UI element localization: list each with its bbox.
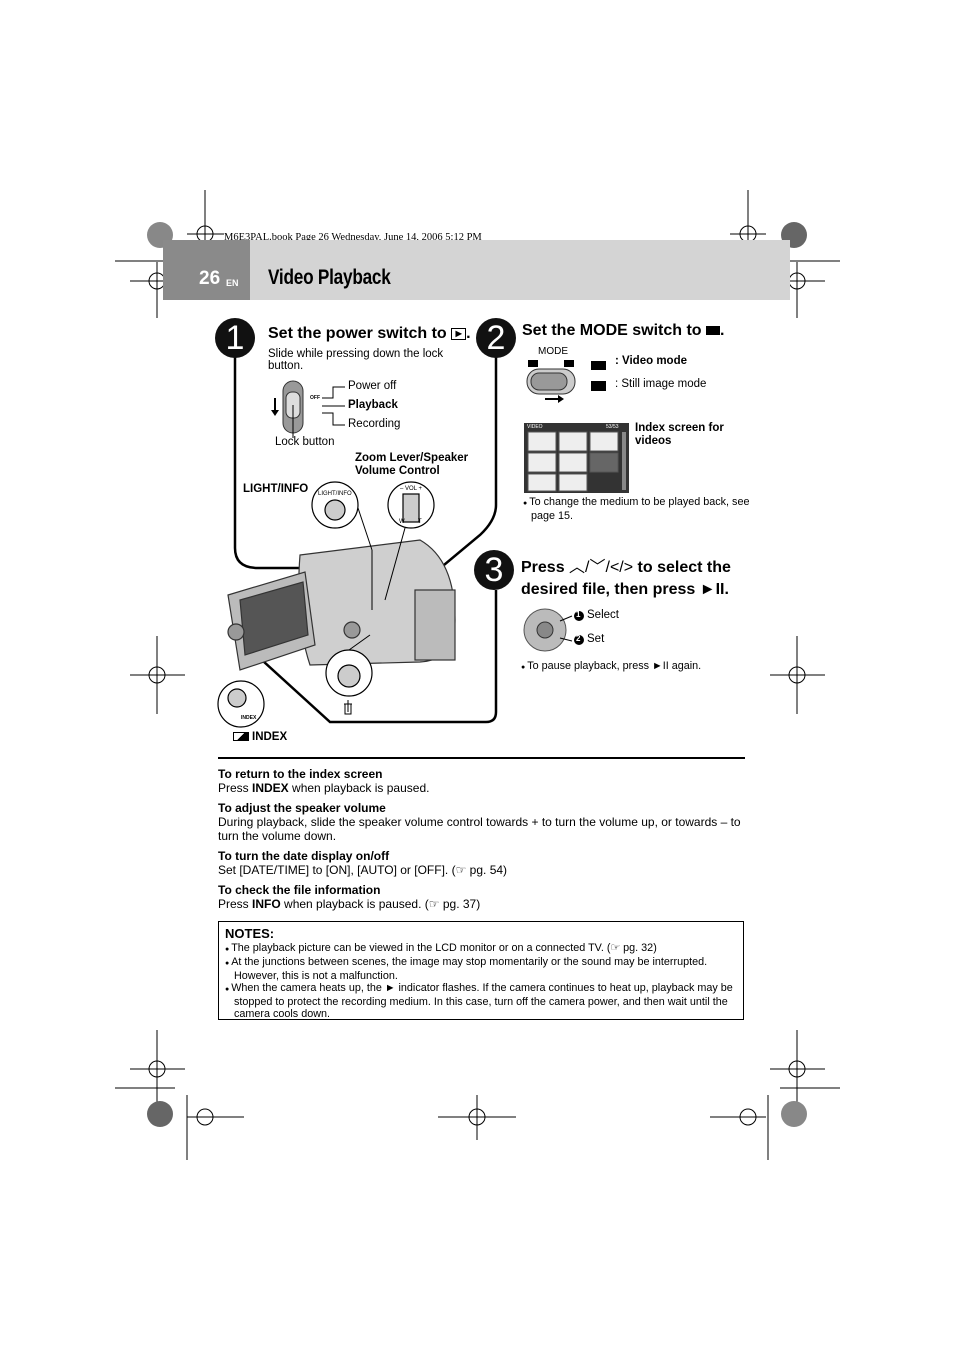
- step-1-badge: 1: [215, 318, 255, 358]
- tele-mark: T: [418, 519, 422, 525]
- step-1-heading-text: Set the power switch to: [268, 325, 447, 342]
- step-3-badge: 3: [474, 550, 514, 590]
- step-3-line2: desired file, then press ►II.: [521, 581, 729, 598]
- index-icon: [233, 732, 249, 742]
- select-num: 1: [576, 610, 581, 619]
- step-2-note-text: To change the medium to be played back, …: [529, 496, 750, 522]
- zoom-lever-label: Zoom Lever/Speaker Volume Control: [355, 452, 469, 477]
- arrow-keys-icon: ︿/﹀/</>: [569, 559, 634, 576]
- wide-mark: W: [399, 519, 405, 525]
- step-1-desc: Slide while pressing down the lock butto…: [268, 348, 444, 372]
- step-2-note: ● To change the medium to be played back…: [523, 496, 750, 522]
- playback-label: Playback: [348, 399, 398, 411]
- index-screen-label: Index screen for videos: [635, 422, 724, 447]
- tip-body: During playback, slide the speaker volum…: [218, 815, 748, 843]
- vol-mark: – VOL +: [400, 486, 422, 492]
- index-label-text: INDEX: [252, 731, 288, 743]
- tip-text: During playback, slide the speaker volum…: [218, 815, 741, 843]
- tip-text: when playback is paused. (☞ pg. 37): [280, 897, 481, 911]
- tip-body: Set [DATE/TIME] to [ON], [AUTO] or [OFF]…: [218, 863, 748, 877]
- tips-section: To return to the index screen Press INDE…: [218, 767, 748, 917]
- index-screen-header-left: VIDEO: [527, 424, 543, 430]
- tip-text: Set [DATE/TIME] to [ON], [AUTO] or [OFF]…: [218, 863, 508, 877]
- set-num: 2: [576, 634, 581, 643]
- tip-title: To check the file information: [218, 883, 381, 897]
- step-3-heading: Press ︿/﹀/</> to select the desired file…: [521, 557, 751, 601]
- step-3-note: ● To pause playback, press ►II again.: [521, 660, 702, 672]
- tip-title: To return to the index screen: [218, 767, 383, 781]
- still-mode-label: : Still image mode: [615, 378, 707, 390]
- tip-text: when playback is paused.: [288, 781, 430, 795]
- step-2-badge: 2: [476, 318, 516, 358]
- light-info-label: LIGHT/INFO: [243, 483, 309, 495]
- light-info-button-text: LIGHT/INFO: [318, 491, 352, 497]
- note-item: When the camera heats up, the ► indicato…: [225, 982, 737, 1020]
- camera-illustration: [217, 355, 629, 728]
- step-2-heading: Set the MODE switch to .: [522, 322, 725, 339]
- step-3-rest: to select the: [637, 559, 731, 576]
- video-mode-label: : Video mode: [615, 355, 687, 367]
- step-3-note-text: To pause playback, press ►II again.: [527, 660, 702, 672]
- power-off-label: Power off: [348, 380, 397, 392]
- set-label: Set: [587, 633, 605, 645]
- video-camera-icon: [706, 326, 721, 336]
- tip-body: Press INDEX when playback is paused.: [218, 781, 748, 795]
- divider: [218, 757, 745, 759]
- tip-bold: INDEX: [252, 781, 289, 795]
- select-label: Select: [587, 609, 619, 621]
- index-label: INDEX: [221, 731, 287, 743]
- recording-label: Recording: [348, 418, 401, 430]
- note-item: At the junctions between scenes, the ima…: [225, 956, 737, 982]
- notes-box: NOTES: The playback picture can be viewe…: [218, 921, 744, 1020]
- tip-bold: INFO: [252, 897, 281, 911]
- playback-icon: ▶: [451, 327, 467, 340]
- notes-title: NOTES:: [225, 926, 275, 941]
- switch-mark-off: OFF: [310, 395, 320, 401]
- mode-label: MODE: [538, 346, 568, 357]
- tip-body: Press INFO when playback is paused. (☞ p…: [218, 897, 748, 911]
- index-screen-header-right: 53/53: [606, 424, 619, 430]
- tip-text: Press: [218, 897, 253, 911]
- tip-text: Press: [218, 781, 253, 795]
- tip-title: To adjust the speaker volume: [218, 801, 386, 815]
- note-item: The playback picture can be viewed in th…: [225, 942, 737, 956]
- step-3-press: Press: [521, 559, 565, 576]
- lock-button-label: Lock button: [275, 436, 335, 448]
- tip-title: To turn the date display on/off: [218, 849, 390, 863]
- step-1-heading: Set the power switch to ▶.: [268, 325, 471, 342]
- step-2-heading-text: Set the MODE switch to: [522, 322, 702, 339]
- index-button-text: INDEX: [241, 715, 257, 721]
